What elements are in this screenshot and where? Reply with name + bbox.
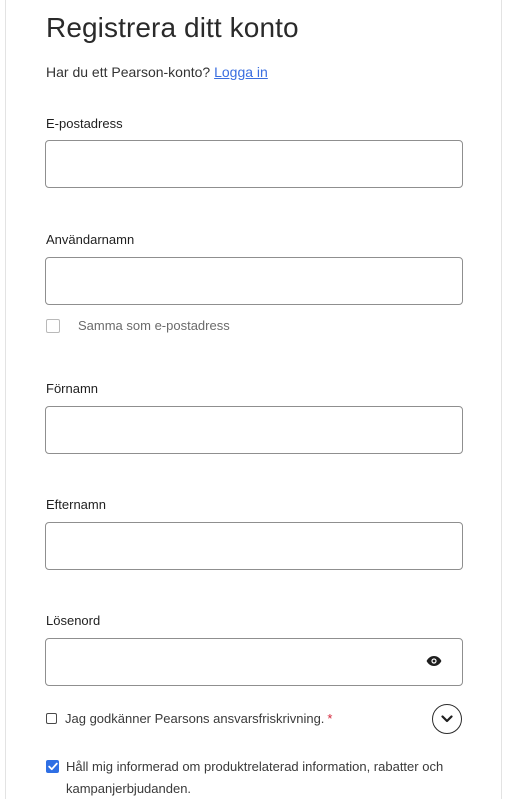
last-name-field[interactable] <box>45 522 463 570</box>
signin-prompt: Har du ett Pearson-konto? Logga in <box>46 64 268 80</box>
terms-row[interactable]: Jag godkänner Pearsons ansvarsfriskrivni… <box>46 711 332 726</box>
last-name-label: Efternamn <box>46 497 106 512</box>
page-title: Registrera ditt konto <box>46 12 299 43</box>
required-marker: * <box>327 711 333 726</box>
password-field[interactable] <box>45 638 463 686</box>
same-as-email-row[interactable]: Samma som e-postadress <box>46 318 230 333</box>
first-name-label: Förnamn <box>46 381 99 396</box>
checkmark-icon <box>47 762 58 771</box>
signin-prompt-text: Har du ett Pearson-konto? <box>46 64 211 80</box>
registration-page: Registrera ditt konto Har du ett Pearson… <box>0 0 505 799</box>
first-name-field[interactable] <box>45 406 463 454</box>
terms-checkbox[interactable] <box>46 713 57 724</box>
signin-link[interactable]: Logga in <box>214 64 268 80</box>
eye-icon[interactable] <box>426 655 442 667</box>
marketing-checkbox[interactable] <box>46 760 59 773</box>
same-as-email-label: Samma som e-postadress <box>78 318 230 333</box>
terms-label: Jag godkänner Pearsons ansvarsfriskrivni… <box>65 711 332 726</box>
terms-label-text: Jag godkänner Pearsons ansvarsfriskrivni… <box>65 711 325 726</box>
right-border <box>501 0 502 799</box>
email-label: E-postadress <box>46 116 123 131</box>
same-as-email-checkbox[interactable] <box>46 318 60 333</box>
username-label: Användarnamn <box>46 232 135 247</box>
terms-expand-button[interactable] <box>432 704 462 734</box>
email-field[interactable] <box>45 140 463 188</box>
left-border <box>5 0 6 799</box>
password-label: Lösenord <box>46 613 101 628</box>
username-field[interactable] <box>45 257 463 305</box>
chevron-down-icon <box>441 715 453 723</box>
marketing-label: Håll mig informerad om produktrelaterad … <box>66 759 444 796</box>
